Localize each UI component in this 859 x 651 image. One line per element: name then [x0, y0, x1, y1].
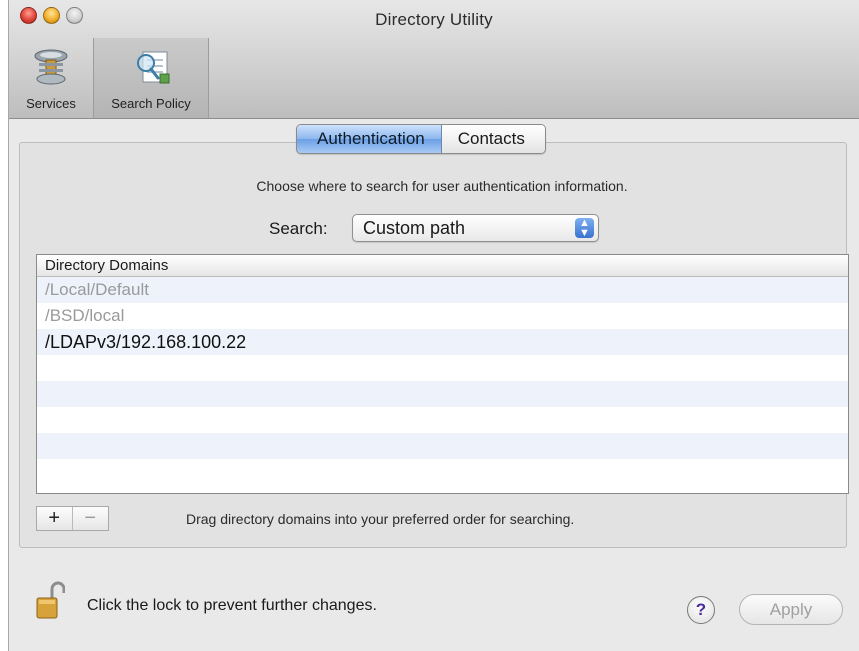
- toolbar-label-services: Services: [26, 96, 76, 111]
- search-path-value: Custom path: [363, 218, 466, 238]
- tab-bar: Authentication Contacts: [296, 124, 546, 154]
- empty-row: [37, 355, 848, 381]
- search-policy-icon: [137, 51, 170, 84]
- domain-rows: /Local/Default /BSD/local /LDAPv3/192.16…: [37, 277, 848, 485]
- column-header-directory-domains[interactable]: Directory Domains: [37, 255, 848, 277]
- tab-authentication[interactable]: Authentication: [297, 125, 442, 153]
- empty-row: [37, 407, 848, 433]
- window-toolbar: Directory Utility Services Search Policy: [9, 0, 859, 119]
- lock-icon[interactable]: [35, 581, 65, 621]
- drag-order-hint: Drag directory domains into your preferr…: [186, 511, 575, 527]
- domain-row-bsd-local[interactable]: /BSD/local: [37, 303, 848, 329]
- add-domain-button[interactable]: +: [37, 507, 73, 530]
- domain-row-ldapv3[interactable]: /LDAPv3/192.168.100.22: [37, 329, 848, 355]
- apply-button[interactable]: Apply: [739, 594, 843, 625]
- window-title: Directory Utility: [375, 10, 493, 29]
- toolbar-item-search-policy[interactable]: Search Policy: [93, 38, 209, 118]
- domain-row-local-default[interactable]: /Local/Default: [37, 277, 848, 303]
- toolbar-label-search-policy: Search Policy: [111, 96, 191, 111]
- directory-domains-list[interactable]: Directory Domains /Local/Default /BSD/lo…: [36, 254, 849, 494]
- popup-arrows-icon: ▲ ▼: [575, 218, 594, 239]
- search-path-popup[interactable]: Custom path ▲ ▼: [352, 214, 599, 242]
- help-button[interactable]: ?: [687, 596, 715, 624]
- lock-message: Click the lock to prevent further change…: [87, 597, 377, 614]
- empty-row: [37, 381, 848, 407]
- services-icon: [34, 49, 68, 85]
- tab-contacts[interactable]: Contacts: [441, 125, 545, 153]
- empty-row: [37, 459, 848, 485]
- empty-row: [37, 433, 848, 459]
- search-description: Choose where to search for user authenti…: [256, 178, 628, 194]
- directory-utility-window: Directory Utility Services Search Policy…: [8, 0, 859, 651]
- search-label: Search:: [269, 219, 328, 238]
- remove-domain-button[interactable]: −: [73, 507, 109, 530]
- add-remove-buttons: + −: [36, 506, 109, 531]
- toolbar-item-services[interactable]: Services: [11, 44, 91, 118]
